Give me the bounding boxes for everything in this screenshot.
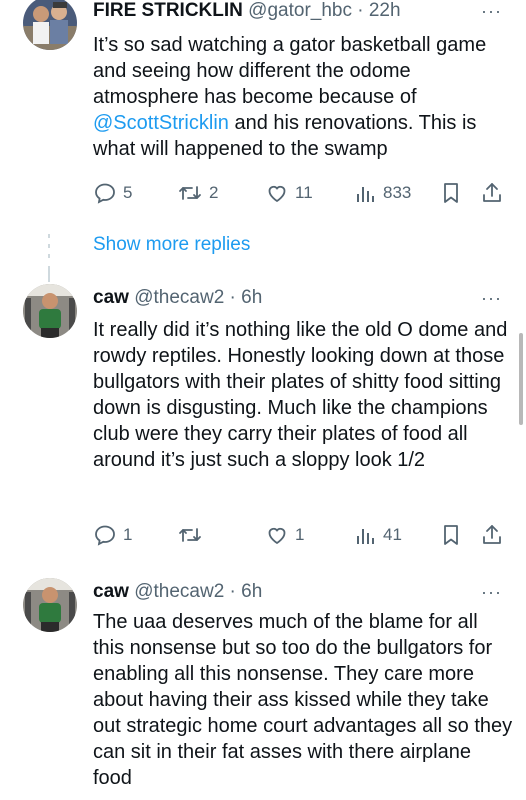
retweet-button[interactable]: 2 bbox=[177, 178, 218, 208]
retweet-icon bbox=[179, 528, 201, 542]
share-icon bbox=[483, 525, 501, 544]
tweet-text: It really did it’s nothing like the old … bbox=[93, 319, 508, 471]
like-count: 11 bbox=[295, 183, 313, 202]
avatar[interactable] bbox=[23, 0, 77, 50]
views-count: 833 bbox=[383, 183, 412, 202]
more-icon[interactable]: ··· bbox=[481, 0, 502, 24]
thread-line bbox=[48, 266, 50, 282]
views-icon bbox=[357, 187, 374, 202]
display-name[interactable]: caw bbox=[93, 581, 129, 602]
tweet-header: caw @thecaw2 · 6h ··· bbox=[93, 285, 502, 311]
views-icon bbox=[357, 529, 374, 544]
tweet-fire-stricklin[interactable]: FIRE STRICKLIN @gator_hbc · 22h ··· It’s… bbox=[0, 0, 526, 222]
timestamp[interactable]: 22h bbox=[369, 0, 401, 21]
retweet-button[interactable] bbox=[177, 520, 209, 550]
handle[interactable]: @gator_hbc bbox=[248, 0, 352, 21]
separator: · bbox=[357, 0, 364, 21]
reply-count: 1 bbox=[123, 525, 133, 544]
share-button[interactable] bbox=[481, 520, 503, 550]
thread-dot bbox=[48, 244, 50, 248]
separator: · bbox=[229, 287, 236, 308]
reply-icon bbox=[95, 525, 115, 546]
more-icon[interactable]: ··· bbox=[481, 579, 502, 605]
display-name[interactable]: caw bbox=[93, 287, 129, 308]
share-icon bbox=[483, 183, 501, 202]
bookmark-button[interactable] bbox=[440, 178, 462, 208]
retweet-count: 2 bbox=[209, 183, 219, 202]
tweet-actions: 1 1 41 bbox=[93, 520, 506, 550]
tweet-header: caw @thecaw2 · 6h ··· bbox=[93, 579, 502, 605]
reply-button[interactable]: 5 bbox=[93, 178, 132, 208]
reply-icon bbox=[95, 183, 115, 204]
handle[interactable]: @thecaw2 bbox=[134, 287, 224, 308]
avatar[interactable] bbox=[23, 578, 77, 632]
handle[interactable]: @thecaw2 bbox=[134, 581, 224, 602]
scrollbar[interactable] bbox=[519, 333, 523, 425]
tweet-caw-2[interactable]: caw @thecaw2 · 6h ··· The uaa deserves m… bbox=[0, 578, 526, 800]
timestamp[interactable]: 6h bbox=[241, 287, 262, 308]
reply-count: 5 bbox=[123, 183, 133, 202]
bookmark-button[interactable] bbox=[440, 520, 462, 550]
like-icon bbox=[268, 185, 286, 203]
more-icon[interactable]: ··· bbox=[481, 285, 502, 311]
like-button[interactable]: 1 bbox=[265, 520, 304, 550]
tweet-header: FIRE STRICKLIN @gator_hbc · 22h ··· bbox=[93, 0, 502, 24]
mention-link[interactable]: @ScottStricklin bbox=[93, 112, 229, 134]
share-button[interactable] bbox=[481, 178, 503, 208]
show-more-replies-link[interactable]: Show more replies bbox=[93, 232, 250, 258]
like-button[interactable]: 11 bbox=[265, 178, 313, 208]
tweet-text: The uaa deserves much of the blame for a… bbox=[93, 611, 513, 789]
views-button[interactable]: 41 bbox=[355, 520, 402, 550]
separator: · bbox=[229, 581, 236, 602]
views-button[interactable]: 833 bbox=[355, 178, 411, 208]
avatar[interactable] bbox=[23, 284, 77, 338]
thread-dot bbox=[48, 254, 50, 258]
views-count: 41 bbox=[383, 525, 402, 544]
bookmark-icon bbox=[444, 183, 458, 203]
like-icon bbox=[268, 527, 286, 545]
thread-dot bbox=[48, 234, 50, 238]
timestamp[interactable]: 6h bbox=[241, 581, 262, 602]
tweet-caw-1[interactable]: caw @thecaw2 · 6h ··· It really did it’s… bbox=[0, 284, 526, 560]
display-name[interactable]: FIRE STRICKLIN bbox=[93, 0, 243, 21]
like-count: 1 bbox=[295, 525, 305, 544]
tweet-actions: 5 2 11 833 bbox=[93, 178, 506, 208]
tweet-text-part: It’s so sad watching a gator basketball … bbox=[93, 34, 487, 108]
tweet-text: It’s so sad watching a gator basketball … bbox=[93, 32, 513, 162]
bookmark-icon bbox=[444, 525, 458, 545]
retweet-icon bbox=[179, 186, 201, 200]
reply-button[interactable]: 1 bbox=[93, 520, 132, 550]
